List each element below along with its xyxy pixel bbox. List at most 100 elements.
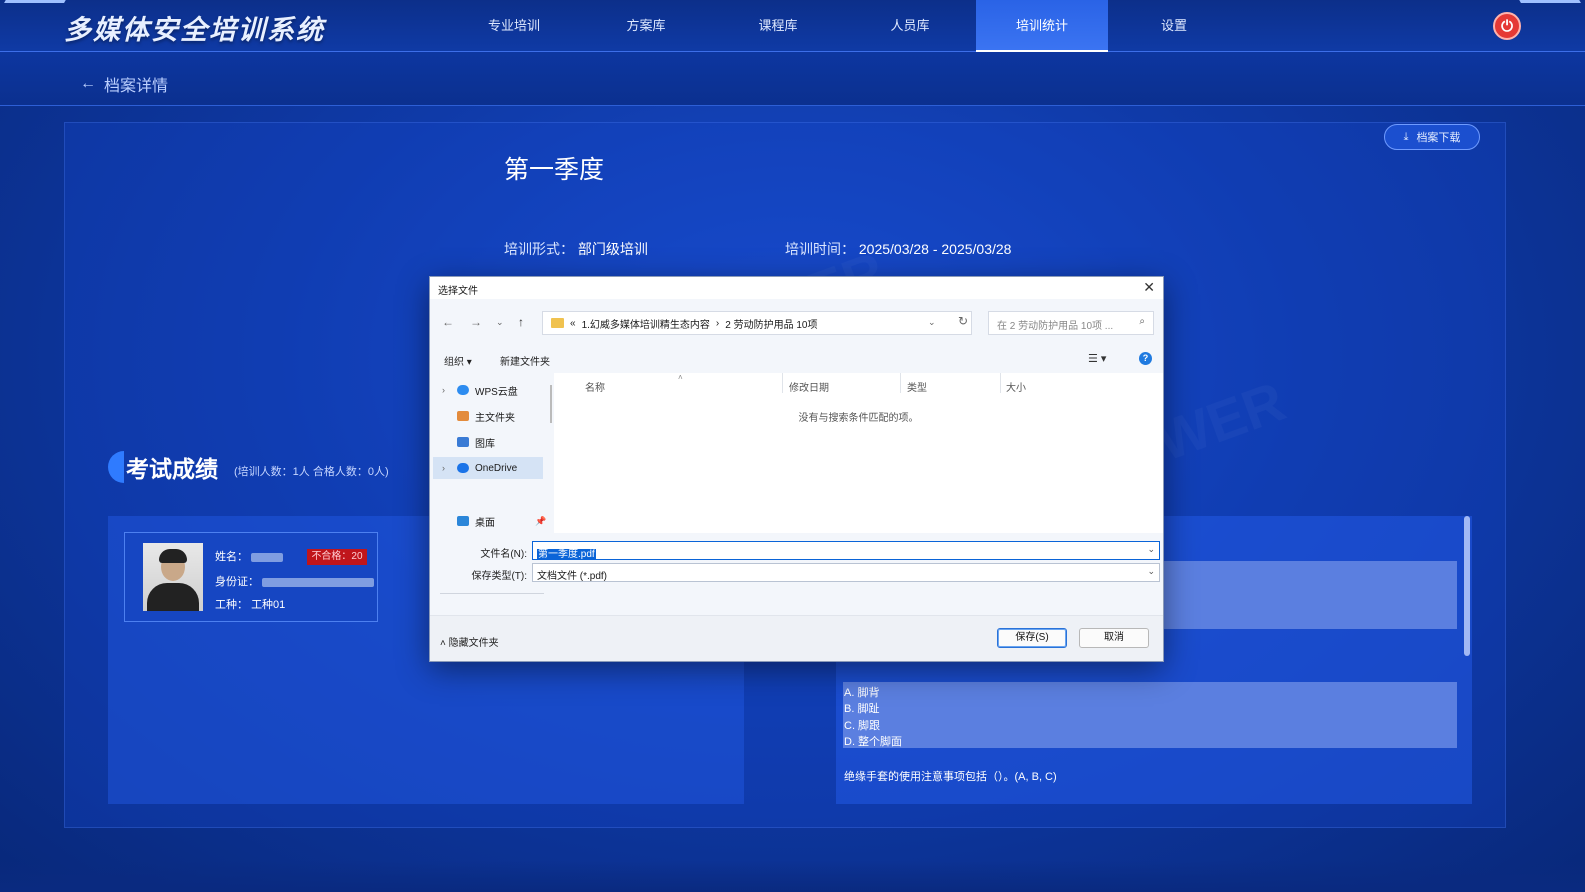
training-form: 培训形式： 部门级培训 [504,239,648,259]
download-archive-button[interactable]: ⤓ 档案下载 [1384,124,1480,150]
status-badge: 不合格：20 [307,549,367,565]
tree-item-home[interactable]: 主文件夹 [433,405,543,427]
filename-input[interactable]: 第一季度.pdf ⌄ [532,541,1160,560]
trainee-id-row: 身份证： [215,573,375,589]
refresh-icon[interactable]: ↻ [958,314,968,328]
top-bar: 多媒体安全培训系统 专业培训 方案库 课程库 人员库 培训统计 设置 ⏻ [0,0,1585,52]
exam-summary: (培训人数：1人 合格人数：0人) [234,466,389,478]
filetype-select[interactable]: 文档文件 (*.pdf) ⌄ [532,563,1160,582]
home-icon [457,411,469,421]
breadcrumb-item[interactable]: 2 劳动防护用品 10项 [725,316,817,331]
cloud-icon [457,385,469,395]
tree-item-onedrive[interactable]: › OneDrive [433,457,543,479]
training-time-label: 培训时间： [785,241,855,257]
expand-icon[interactable]: › [442,385,445,395]
hide-folders-toggle[interactable]: ˄ 隐藏文件夹 [440,634,499,649]
exam-title: 考试成绩 [126,456,218,482]
search-input[interactable]: 在 2 劳动防护用品 10项 ... ⌕ [988,311,1154,335]
pane-scrollbar[interactable] [550,385,552,423]
view-options-icon[interactable]: ☰ ▾ [1088,352,1106,365]
tree-item-desktop[interactable]: 桌面 📌 [433,510,546,532]
filetype-label: 保存类型(T): [471,571,527,582]
navigation-pane: › WPS云盘 主文件夹 图库 › OneDrive 桌面 📌 [430,377,552,594]
nav-item-professional-training[interactable]: 专业培训 [448,0,580,52]
breadcrumb-separator: › [715,317,720,329]
option-a: A. 脚背 [844,687,880,699]
search-icon: ⌕ [1139,316,1145,327]
forward-nav-icon[interactable]: → [470,315,482,329]
nav-item-plan-library[interactable]: 方案库 [580,0,712,52]
expand-icon[interactable]: › [442,463,445,473]
help-icon[interactable]: ? [1139,352,1152,365]
trainee-job-label: 工种： [215,599,248,611]
recent-dropdown-icon[interactable]: ⌄ [496,317,504,328]
pin-icon[interactable]: 📌 [535,516,546,527]
tree-item-label: OneDrive [475,462,518,474]
avatar-hair [159,549,187,563]
trainee-job-value: 工种01 [251,599,286,611]
save-button[interactable]: 保存(S) [997,628,1067,648]
tree-item-label: 图库 [475,438,495,450]
nav-item-personnel-library[interactable]: 人员库 [844,0,976,52]
column-header-type[interactable]: 类型 [907,379,927,394]
corner-decoration [0,0,66,20]
cancel-button[interactable]: 取消 [1079,628,1149,648]
column-header-modified[interactable]: 修改日期 [789,379,829,394]
nav-item-training-stats[interactable]: 培训统计 [976,0,1108,52]
download-label: 档案下载 [1416,132,1461,144]
divider [440,593,544,594]
column-header-name[interactable]: 名称 [585,379,605,394]
nav-item-settings[interactable]: 设置 [1108,0,1240,52]
section-marker-icon [108,451,124,483]
trainee-id-label: 身份证： [215,576,259,588]
trainee-card[interactable]: 姓名： 不合格：20 身份证： 工种： 工种01 [124,532,378,622]
cloud-icon [457,463,469,473]
bottom-decoration [0,860,1585,892]
sub-header: ← 档案详情 [0,52,1585,106]
training-form-label: 培训形式： [504,241,574,257]
download-icon: ⤓ [1403,130,1409,143]
tree-item-gallery[interactable]: 图库 [433,431,543,453]
filename-value: 第一季度.pdf [537,549,596,560]
back-nav-icon[interactable]: ← [442,315,454,329]
tree-item-wps[interactable]: › WPS云盘 [433,379,543,401]
tree-item-label: 桌面 [475,517,495,529]
chevron-down-icon[interactable]: ⌄ [1147,566,1155,577]
dialog-footer: ˄ 隐藏文件夹 保存(S) 取消 [430,615,1163,661]
options-block [843,682,1457,748]
up-folder-icon[interactable]: ↑ [518,315,524,329]
save-file-dialog: 选择文件 ✕ ← → ⌄ ↑ « 1.幻威多媒体培训精生态内容 › 2 劳动防护… [429,276,1164,662]
column-separator[interactable] [900,373,901,393]
column-separator[interactable] [1000,373,1001,393]
power-icon[interactable]: ⏻ [1493,12,1521,40]
address-bar[interactable]: « 1.幻威多媒体培训精生态内容 › 2 劳动防护用品 10项 [542,311,972,335]
filetype-value: 文档文件 (*.pdf) [537,571,608,582]
column-separator[interactable] [782,373,783,393]
redacted-name [251,552,284,562]
corner-decoration [1519,0,1585,20]
page-title: 第一季度 [504,156,605,184]
arrow-left-icon: ← [80,75,96,92]
hide-folders-label: 隐藏文件夹 [448,638,499,649]
filename-row: 文件名(N): 第一季度.pdf ⌄ [430,541,1163,561]
address-row: ← → ⌄ ↑ « 1.幻威多媒体培训精生态内容 › 2 劳动防护用品 10项 … [430,309,1163,337]
nav-item-course-library[interactable]: 课程库 [712,0,844,52]
folder-icon [551,318,564,328]
breadcrumb-item[interactable]: 1.幻威多媒体培训精生态内容 [582,316,710,331]
organize-menu[interactable]: 组织 ▾ [444,353,472,368]
dialog-title: 选择文件 [438,286,478,297]
gallery-icon [457,437,469,447]
back-button[interactable]: ← 档案详情 [80,72,168,96]
option-c: C. 脚跟 [844,720,881,732]
chevron-down-icon[interactable]: ⌄ [1147,544,1155,555]
training-time: 培训时间： 2025/03/28 - 2025/03/28 [785,239,1011,259]
new-folder-button[interactable]: 新建文件夹 [500,353,550,368]
close-icon[interactable]: ✕ [1143,279,1155,296]
address-dropdown-icon[interactable]: ⌄ [928,317,936,328]
search-placeholder: 在 2 劳动防护用品 10项 ... [997,321,1114,332]
back-label: 档案详情 [104,78,169,95]
filename-label: 文件名(N): [480,549,527,560]
chevron-up-icon: ˄ [440,638,449,649]
column-header-size[interactable]: 大小 [1006,379,1026,394]
scrollbar[interactable] [1464,516,1470,656]
